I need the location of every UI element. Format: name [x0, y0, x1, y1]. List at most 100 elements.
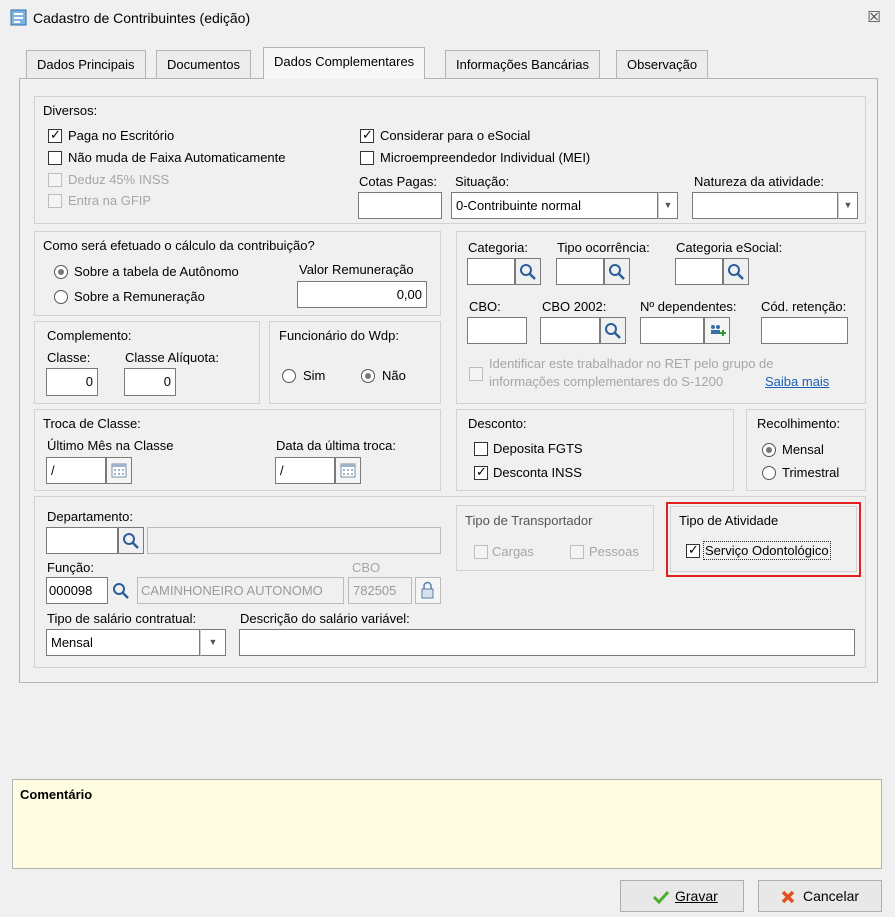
- calendar-icon[interactable]: [335, 457, 361, 484]
- cbo-func-value: 782505: [348, 577, 412, 604]
- situacao-select[interactable]: 0-Contribuinte normal: [451, 192, 658, 219]
- desconta-inss-checkbox[interactable]: ✓: [474, 464, 488, 480]
- search-icon[interactable]: [108, 577, 136, 604]
- salario-select[interactable]: Mensal: [46, 629, 200, 656]
- categoria-label: Categoria:: [468, 240, 528, 255]
- nao-muda-faixa-checkbox[interactable]: [48, 151, 62, 165]
- search-icon[interactable]: [118, 527, 144, 554]
- dependentes-label: Nº dependentes:: [640, 299, 737, 314]
- search-icon[interactable]: [515, 258, 541, 285]
- paga-escritorio-checkbox[interactable]: ✓: [48, 127, 62, 143]
- tipo-ocorrencia-input[interactable]: [556, 258, 604, 285]
- trimestral-radio[interactable]: [762, 466, 776, 480]
- group-title: Tipo de Transportador: [465, 513, 593, 528]
- remuneracao-radio[interactable]: [54, 290, 68, 304]
- add-dependent-icon[interactable]: [704, 317, 730, 344]
- tab-observacao[interactable]: Observação: [616, 50, 709, 80]
- lock-icon[interactable]: [415, 577, 441, 604]
- saiba-mais-link[interactable]: Saiba mais: [765, 374, 829, 389]
- mensal-radio[interactable]: [762, 443, 776, 457]
- categoria-esocial-input[interactable]: [675, 258, 723, 285]
- considerar-esocial-checkbox[interactable]: ✓: [360, 127, 374, 143]
- tab-dados-complementares[interactable]: Dados Complementares: [263, 47, 426, 79]
- comentario-label: Comentário: [20, 787, 93, 802]
- tab-documentos[interactable]: Documentos: [156, 50, 251, 80]
- cargas-checkbox: [474, 545, 488, 559]
- app-icon: [10, 9, 27, 26]
- cotas-pagas-input[interactable]: [358, 192, 442, 219]
- group-title: Troca de Classe:: [43, 416, 141, 431]
- checkbox-label: Desconta INSS: [493, 465, 582, 480]
- deduz-inss-checkbox: [48, 173, 62, 187]
- dependentes-input[interactable]: [640, 317, 704, 344]
- valor-label: Valor Remuneração: [299, 262, 414, 277]
- ret-label-line1: Identificar este trabalhador no RET pelo…: [489, 356, 774, 371]
- desc-variavel-label: Descrição do salário variável:: [240, 611, 410, 626]
- chevron-down-icon[interactable]: ▼: [838, 192, 858, 219]
- checkbox-label: Não muda de Faixa Automaticamente: [68, 150, 286, 165]
- cbo-func-label: CBO: [352, 560, 381, 575]
- desc-variavel-input[interactable]: [239, 629, 855, 656]
- cbo2002-label: CBO 2002:: [542, 299, 607, 314]
- funcionario-nao-radio[interactable]: [361, 369, 375, 383]
- group-title: Complemento:: [47, 328, 132, 343]
- cbo-input[interactable]: [467, 317, 527, 344]
- chevron-down-icon[interactable]: ▼: [658, 192, 678, 219]
- departamento-label: Departamento:: [47, 509, 133, 524]
- calendar-icon[interactable]: [106, 457, 132, 484]
- search-icon[interactable]: [604, 258, 630, 285]
- ret-label-line2: informações complementares do S-1200: [489, 374, 724, 389]
- departamento-input[interactable]: [46, 527, 118, 554]
- group-title: Funcionário do Wdp:: [279, 328, 399, 343]
- natureza-label: Natureza da atividade:: [694, 174, 825, 189]
- ultimo-mes-input[interactable]: /: [46, 457, 106, 484]
- window-title: Cadastro de Contribuintes (edição): [33, 10, 251, 26]
- funcao-code-input[interactable]: 000098: [46, 577, 108, 604]
- categoria-input[interactable]: [467, 258, 515, 285]
- group-title: Recolhimento:: [757, 416, 841, 431]
- cbo-label: CBO:: [469, 299, 501, 314]
- close-icon[interactable]: ☒: [864, 9, 884, 27]
- group-title: Como será efetuado o cálculo da contribu…: [43, 238, 315, 253]
- tab-dados-principais[interactable]: Dados Principais: [26, 50, 146, 80]
- checkbox-label: Considerar para o eSocial: [380, 128, 531, 143]
- comentario-textarea[interactable]: [12, 779, 882, 869]
- radio-label: Sim: [303, 368, 326, 383]
- search-icon[interactable]: [600, 317, 626, 344]
- checkbox-label: Cargas: [492, 544, 534, 559]
- group-title: Diversos:: [43, 103, 98, 118]
- retencao-input[interactable]: [761, 317, 848, 344]
- x-icon: [781, 890, 795, 904]
- situacao-label: Situação:: [455, 174, 510, 189]
- data-troca-label: Data da última troca:: [276, 438, 396, 453]
- cancelar-button[interactable]: Cancelar: [758, 880, 882, 912]
- valor-remuneracao-input[interactable]: 0,00: [297, 281, 427, 308]
- servico-odontologico-checkbox[interactable]: ✓: [686, 542, 700, 558]
- tab-informacoes-bancarias[interactable]: Informações Bancárias: [445, 50, 600, 80]
- checkbox-label: Pessoas: [589, 544, 639, 559]
- data-troca-input[interactable]: /: [275, 457, 335, 484]
- checkbox-label: Deduz 45% INSS: [68, 172, 170, 187]
- classe-aliquota-input[interactable]: 0: [124, 368, 176, 396]
- radio-label: Mensal: [782, 442, 824, 457]
- natureza-select[interactable]: [692, 192, 838, 219]
- group-title: Tipo de Atividade: [679, 513, 779, 528]
- entra-gfip-checkbox: [48, 194, 62, 208]
- funcionario-sim-radio[interactable]: [282, 369, 296, 383]
- departamento-desc: [147, 527, 441, 554]
- chevron-down-icon[interactable]: ▼: [200, 629, 226, 656]
- classe-input[interactable]: 0: [46, 368, 98, 396]
- search-icon[interactable]: [723, 258, 749, 285]
- deposita-fgts-checkbox[interactable]: [474, 442, 488, 456]
- ultimo-mes-label: Último Mês na Classe: [47, 438, 174, 453]
- gravar-button[interactable]: Gravar: [620, 880, 744, 912]
- ret-checkbox: [469, 367, 483, 381]
- pessoas-checkbox: [570, 545, 584, 559]
- funcao-desc: CAMINHONEIRO AUTONOMO: [137, 577, 344, 604]
- tabela-autonomo-radio[interactable]: [54, 265, 68, 279]
- checkbox-label: Entra na GFIP: [68, 193, 152, 208]
- cbo2002-input[interactable]: [540, 317, 600, 344]
- gravar-label: Gravar: [675, 888, 718, 904]
- cotas-label: Cotas Pagas:: [359, 174, 438, 189]
- mei-checkbox[interactable]: [360, 151, 374, 165]
